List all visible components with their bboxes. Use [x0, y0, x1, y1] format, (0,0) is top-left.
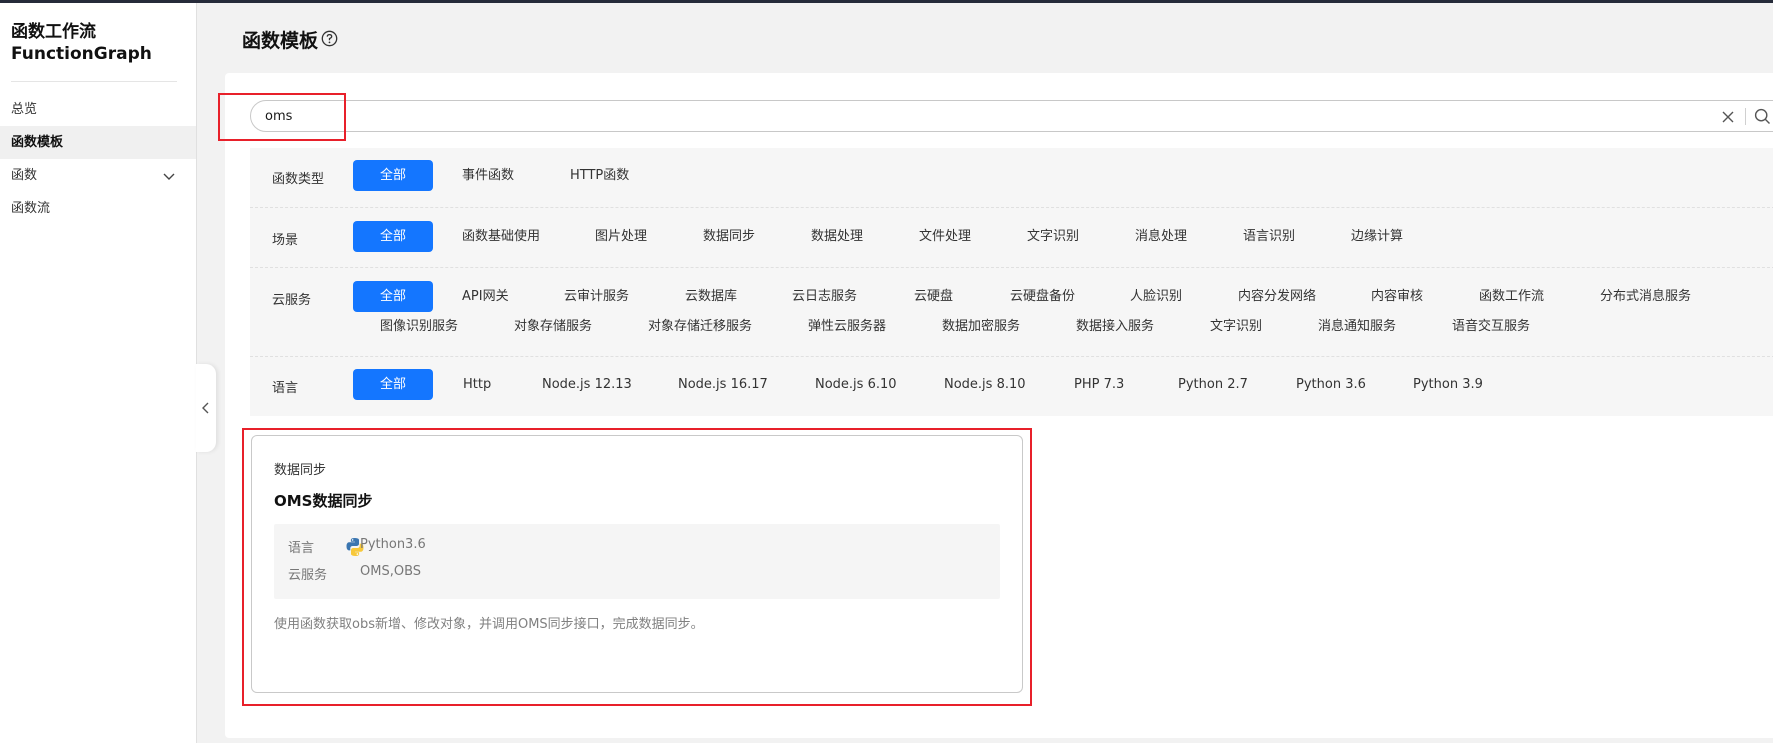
filter-option[interactable]: 边缘计算	[1351, 221, 1403, 252]
sidebar-item-label: 总览	[11, 102, 38, 117]
filter-row-language: 语言 全部 Http Node.js 12.13 Node.js 16.17 N…	[250, 357, 1773, 416]
filter-option-all[interactable]: 全部	[353, 281, 433, 312]
template-category: 数据同步	[274, 463, 327, 478]
filter-option-all[interactable]: 全部	[353, 369, 433, 400]
sidebar-item-flows[interactable]: 函数流	[0, 192, 196, 225]
filter-option[interactable]: 内容分发网络	[1238, 281, 1316, 312]
filter-option[interactable]: Python 3.9	[1413, 369, 1483, 400]
sidebar-collapse-button[interactable]	[196, 364, 216, 452]
filter-option[interactable]: Http	[463, 369, 491, 400]
filter-option[interactable]: 数据处理	[811, 221, 863, 252]
filter-label: 场景	[272, 233, 299, 248]
filter-option[interactable]: 图片处理	[595, 221, 647, 252]
filter-option[interactable]: 图像识别服务	[380, 311, 458, 342]
filter-option[interactable]: 分布式消息服务	[1600, 281, 1691, 312]
filter-option[interactable]: Node.js 8.10	[944, 369, 1026, 400]
filter-option[interactable]: Node.js 16.17	[678, 369, 768, 400]
meta-label-cloud: 云服务	[288, 568, 328, 583]
search-box	[250, 100, 1773, 132]
chevron-left-icon	[202, 402, 209, 414]
filter-option[interactable]: 数据加密服务	[942, 311, 1020, 342]
divider	[11, 81, 177, 82]
filter-panel: 函数类型 全部 事件函数 HTTP函数 场景 全部 函数基础使用 图片处理 数据…	[250, 148, 1773, 416]
filter-option[interactable]: 数据接入服务	[1076, 311, 1154, 342]
filter-option[interactable]: 文件处理	[919, 221, 971, 252]
filter-option-all[interactable]: 全部	[353, 221, 433, 252]
filter-option[interactable]: 弹性云服务器	[808, 311, 886, 342]
filter-option[interactable]: 数据同步	[703, 221, 755, 252]
top-bar	[0, 0, 1773, 3]
close-icon[interactable]	[1721, 110, 1735, 124]
filter-option[interactable]: HTTP函数	[570, 160, 629, 191]
filter-option[interactable]: 云审计服务	[564, 281, 629, 312]
filter-option[interactable]: 消息处理	[1135, 221, 1187, 252]
filter-option[interactable]: 人脸识别	[1130, 281, 1182, 312]
template-description: 使用函数获取obs新增、修改对象，并调用OMS同步接口，完成数据同步。	[274, 617, 704, 632]
filter-label: 云服务	[272, 293, 312, 308]
search-icon[interactable]	[1754, 108, 1771, 125]
filter-row-scene: 场景 全部 函数基础使用 图片处理 数据同步 数据处理 文件处理 文字识别 消息…	[250, 208, 1773, 268]
brand-subtitle: FunctionGraph	[11, 44, 152, 64]
filter-option[interactable]: 函数工作流	[1479, 281, 1544, 312]
sidebar-item-label: 函数流	[11, 201, 51, 216]
meta-label-language: 语言	[288, 541, 315, 556]
filter-option[interactable]: 语言识别	[1243, 221, 1295, 252]
filter-option[interactable]: 云硬盘	[914, 281, 953, 312]
meta-value-cloud: OMS,OBS	[360, 564, 422, 579]
filter-option[interactable]: 内容审核	[1371, 281, 1423, 312]
filter-option[interactable]: 文字识别	[1210, 311, 1262, 342]
sidebar-item-functions[interactable]: 函数	[0, 159, 196, 192]
sidebar-item-overview[interactable]: 总览	[0, 93, 196, 126]
filter-row-function-type: 函数类型 全部 事件函数 HTTP函数	[250, 148, 1773, 208]
brand: 函数工作流 FunctionGraph	[11, 21, 152, 65]
filter-option[interactable]: Python 2.7	[1178, 369, 1248, 400]
filter-option[interactable]: Python 3.6	[1296, 369, 1366, 400]
filter-option[interactable]: 文字识别	[1027, 221, 1079, 252]
filter-option[interactable]: 云硬盘备份	[1010, 281, 1075, 312]
filter-option[interactable]: 函数基础使用	[462, 221, 540, 252]
filter-option[interactable]: 事件函数	[462, 160, 514, 191]
filter-option[interactable]: 语音交互服务	[1452, 311, 1530, 342]
filter-option[interactable]: PHP 7.3	[1074, 369, 1124, 400]
filter-label: 语言	[272, 381, 299, 396]
divider	[1745, 108, 1746, 125]
search-input[interactable]	[265, 105, 1665, 127]
sidebar-nav: 总览 函数模板 函数 函数流	[0, 93, 196, 225]
sidebar-item-label: 函数模板	[11, 135, 64, 150]
filter-option[interactable]: 云数据库	[685, 281, 737, 312]
sidebar: 函数工作流 FunctionGraph 总览 函数模板 函数 函数流	[0, 3, 197, 743]
filter-option-all[interactable]: 全部	[353, 160, 433, 191]
filter-option[interactable]: 云日志服务	[792, 281, 857, 312]
help-icon[interactable]	[321, 30, 338, 47]
filter-option[interactable]: Node.js 6.10	[815, 369, 897, 400]
page-title: 函数模板	[242, 30, 319, 52]
chevron-down-icon[interactable]	[162, 169, 176, 183]
filter-row-cloud-service: 云服务 全部 API网关 云审计服务 云数据库 云日志服务 云硬盘 云硬盘备份 …	[250, 268, 1773, 357]
template-card[interactable]: 数据同步 OMS数据同步 语言 Python3.6 云服务 OMS,OBS 使用…	[251, 435, 1023, 693]
filter-option[interactable]: 对象存储迁移服务	[648, 311, 752, 342]
template-meta: 语言 Python3.6 云服务 OMS,OBS	[274, 524, 1000, 599]
filter-option[interactable]: 消息通知服务	[1318, 311, 1396, 342]
filter-option[interactable]: Node.js 12.13	[542, 369, 632, 400]
template-title: OMS数据同步	[274, 492, 373, 510]
sidebar-item-templates[interactable]: 函数模板	[0, 126, 196, 159]
filter-option[interactable]: API网关	[462, 281, 509, 312]
meta-value-language: Python3.6	[360, 537, 426, 552]
filter-label: 函数类型	[272, 172, 325, 187]
sidebar-item-label: 函数	[11, 168, 38, 183]
brand-title: 函数工作流	[11, 22, 96, 42]
filter-option[interactable]: 对象存储服务	[514, 311, 592, 342]
